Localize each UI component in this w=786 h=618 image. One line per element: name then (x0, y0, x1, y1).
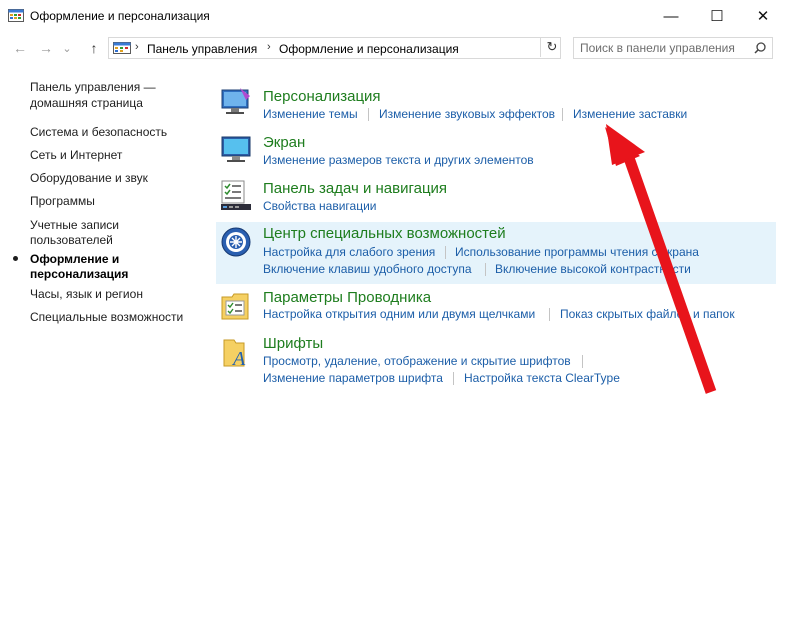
breadcrumb-separator: › (267, 41, 271, 53)
sidebar-item-current-line2: персонализация (30, 267, 129, 281)
breadcrumb-control-panel[interactable]: Панель управления (147, 42, 257, 56)
link-high-contrast[interactable]: Включение высокой контрастности (495, 262, 691, 276)
link-text-size[interactable]: Изменение размеров текста и других элеме… (263, 153, 534, 167)
search-box[interactable] (573, 37, 773, 59)
display-icon (221, 136, 251, 162)
link-cleartype[interactable]: Настройка текста ClearType (464, 371, 620, 385)
sidebar-item-accounts-line1[interactable]: Учетные записи (30, 218, 119, 233)
category-title-fonts[interactable]: Шрифты (263, 335, 323, 352)
link-change-theme[interactable]: Изменение темы (263, 107, 358, 121)
link-font-settings[interactable]: Изменение параметров шрифта (263, 371, 443, 385)
up-button[interactable]: ↑ (84, 37, 104, 59)
sidebar-item-system[interactable]: Система и безопасность (30, 125, 167, 140)
current-item-bullet (13, 256, 18, 261)
sidebar-item-network[interactable]: Сеть и Интернет (30, 148, 122, 163)
category-title-taskbar[interactable]: Панель задач и навигация (263, 180, 447, 197)
search-input[interactable] (580, 40, 745, 56)
address-bar[interactable]: › Панель управления › Оформление и персо… (108, 37, 635, 59)
link-navigation-properties[interactable]: Свойства навигации (263, 199, 376, 213)
link-sticky-keys[interactable]: Включение клавиш удобного доступа (263, 262, 472, 276)
category-fonts: A Шрифты Просмотр, удаление, отображение… (216, 332, 776, 390)
sidebar-item-programs[interactable]: Программы (30, 194, 95, 209)
sidebar-item-hardware[interactable]: Оборудование и звук (30, 171, 148, 186)
link-separator (453, 372, 454, 385)
search-icon[interactable] (754, 42, 766, 54)
refresh-button[interactable]: ↻ (540, 37, 563, 57)
control-panel-icon (8, 9, 24, 22)
recent-locations-button[interactable]: ⌄ (60, 37, 74, 59)
minimize-button[interactable]: — (648, 0, 694, 32)
category-title-ease-of-access[interactable]: Центр специальных возможностей (263, 225, 506, 242)
ease-of-access-icon (221, 227, 251, 257)
link-separator (368, 108, 369, 121)
title-bar: Оформление и персонализация — ☐ ✕ (0, 0, 786, 32)
personalization-icon (221, 88, 250, 114)
address-row: ← → ⌄ ↑ › Панель управления › Оформление… (0, 34, 786, 62)
fonts-icon: A (223, 339, 246, 368)
link-separator (485, 263, 486, 276)
sidebar-item-accessibility[interactable]: Специальные возможности (30, 310, 183, 325)
link-view-fonts[interactable]: Просмотр, удаление, отображение и скрыти… (263, 354, 571, 368)
category-title-explorer-options[interactable]: Параметры Проводника (263, 289, 431, 306)
sidebar-home-link-line1[interactable]: Панель управления — (30, 80, 156, 95)
link-sound-effects[interactable]: Изменение звуковых эффектов (379, 107, 555, 121)
category-title-personalization[interactable]: Персонализация (263, 88, 381, 105)
link-click-options[interactable]: Настройка открытия одним или двумя щелчк… (263, 307, 535, 321)
maximize-button[interactable]: ☐ (694, 0, 740, 32)
forward-button[interactable]: → (36, 37, 56, 59)
category-title-display[interactable]: Экран (263, 134, 305, 151)
link-hidden-files[interactable]: Показ скрытых файлов и папок (560, 307, 735, 321)
category-display: Экран Изменение размеров текста и других… (216, 130, 776, 172)
window-title: Оформление и персонализация (30, 9, 210, 23)
link-separator (562, 108, 563, 121)
link-separator (445, 246, 446, 259)
close-button[interactable]: ✕ (740, 0, 786, 32)
taskbar-icon (221, 180, 251, 210)
explorer-options-icon (221, 293, 249, 320)
link-screen-reader[interactable]: Использование программы чтения с экрана (455, 245, 699, 259)
breadcrumb-appearance[interactable]: Оформление и персонализация (279, 42, 459, 56)
control-panel-icon (113, 42, 131, 54)
breadcrumb-separator: › (135, 41, 139, 53)
back-button[interactable]: ← (10, 37, 30, 59)
category-explorer-options: Параметры Проводника Настройка открытия … (216, 286, 776, 330)
link-low-vision[interactable]: Настройка для слабого зрения (263, 245, 435, 259)
category-ease-of-access: Центр специальных возможностей Настройка… (216, 222, 776, 284)
sidebar-item-current-line1: Оформление и (30, 252, 120, 266)
sidebar-home-link-line2[interactable]: домашняя страница (30, 96, 143, 111)
category-personalization: Персонализация Изменение темы Изменение … (216, 84, 776, 128)
category-taskbar: Панель задач и навигация Свойства навига… (216, 176, 776, 218)
link-screensaver[interactable]: Изменение заставки (573, 107, 687, 121)
link-separator (549, 308, 550, 321)
sidebar-item-clock-region[interactable]: Часы, язык и регион (30, 287, 143, 302)
svg-text:A: A (231, 348, 246, 368)
sidebar-item-accounts-line2[interactable]: пользователей (30, 233, 113, 248)
link-separator (582, 355, 583, 368)
